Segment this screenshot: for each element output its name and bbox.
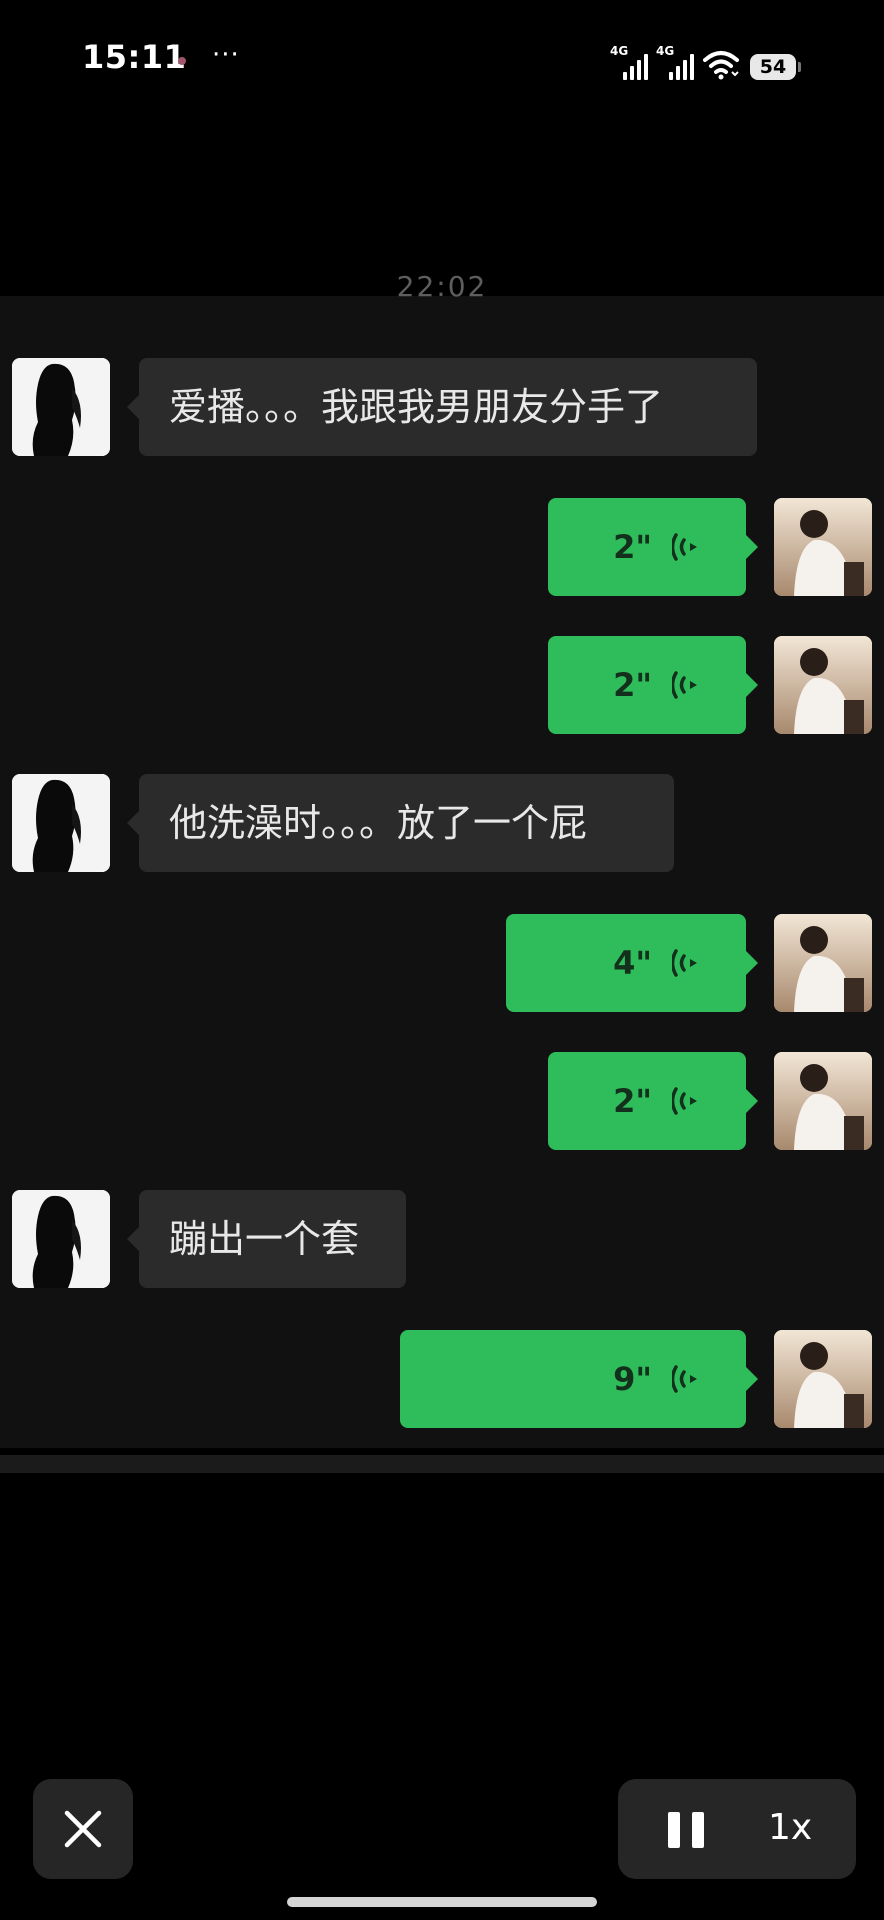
chat-screenshot: 22:02 爱播。。。我跟我男朋友分手了 2" 2" 他洗澡时。。。放了一个屁 … [0, 270, 884, 1448]
notification-dot-icon [178, 57, 186, 65]
pause-icon[interactable] [668, 1812, 706, 1848]
cell-signal-1-icon: 4G [610, 44, 650, 80]
incoming-message-bubble: 蹦出一个套 [127, 1190, 406, 1288]
wifi-icon [703, 51, 739, 80]
user-avatar [774, 1330, 872, 1428]
voice-message-button[interactable]: 2" [548, 636, 758, 734]
voice-wave-icon [672, 1087, 697, 1115]
voice-message-button[interactable]: 9" [400, 1330, 758, 1428]
voice-wave-icon [672, 949, 697, 977]
cell-signal-2-icon: 4G [656, 44, 696, 80]
voice-wave-icon [672, 1365, 697, 1393]
chat-divider [0, 1455, 884, 1473]
message-text: 他洗澡时。。。放了一个屁 [169, 801, 588, 845]
message-text: 爱播。。。我跟我男朋友分手了 [169, 385, 664, 429]
user-avatar [774, 1052, 872, 1150]
status-icons: 4G 4G 54 [610, 44, 801, 80]
close-button[interactable] [33, 1779, 133, 1879]
contact-avatar [12, 774, 110, 872]
playback-speed-button[interactable]: 1x [768, 1807, 812, 1848]
battery-icon: 54 [750, 54, 801, 80]
voice-duration: 2" [613, 1082, 652, 1120]
chat-timestamp: 22:02 [396, 270, 488, 303]
home-indicator[interactable] [287, 1897, 597, 1907]
voice-message-button[interactable]: 4" [506, 914, 758, 1012]
message-text: 蹦出一个套 [169, 1217, 360, 1261]
voice-duration: 9" [613, 1360, 652, 1398]
status-bar: 15:11 ··· 4G 4G 54 [0, 0, 884, 120]
contact-avatar [12, 358, 110, 456]
voice-message-button[interactable]: 2" [548, 1052, 758, 1150]
incoming-message-bubble: 爱播。。。我跟我男朋友分手了 [127, 358, 757, 456]
voice-duration: 4" [613, 944, 652, 982]
user-avatar [774, 636, 872, 734]
contact-avatar [12, 1190, 110, 1288]
status-time: 15:11 [82, 38, 187, 76]
voice-wave-icon [672, 533, 697, 561]
playback-controls: 1x [618, 1779, 856, 1879]
close-icon [64, 1810, 102, 1848]
more-notifications-icon: ··· [212, 40, 240, 70]
voice-message-button[interactable]: 2" [548, 498, 758, 596]
voice-wave-icon [672, 671, 697, 699]
voice-duration: 2" [613, 666, 652, 704]
user-avatar [774, 914, 872, 1012]
user-avatar [774, 498, 872, 596]
incoming-message-bubble: 他洗澡时。。。放了一个屁 [127, 774, 674, 872]
voice-duration: 2" [613, 528, 652, 566]
